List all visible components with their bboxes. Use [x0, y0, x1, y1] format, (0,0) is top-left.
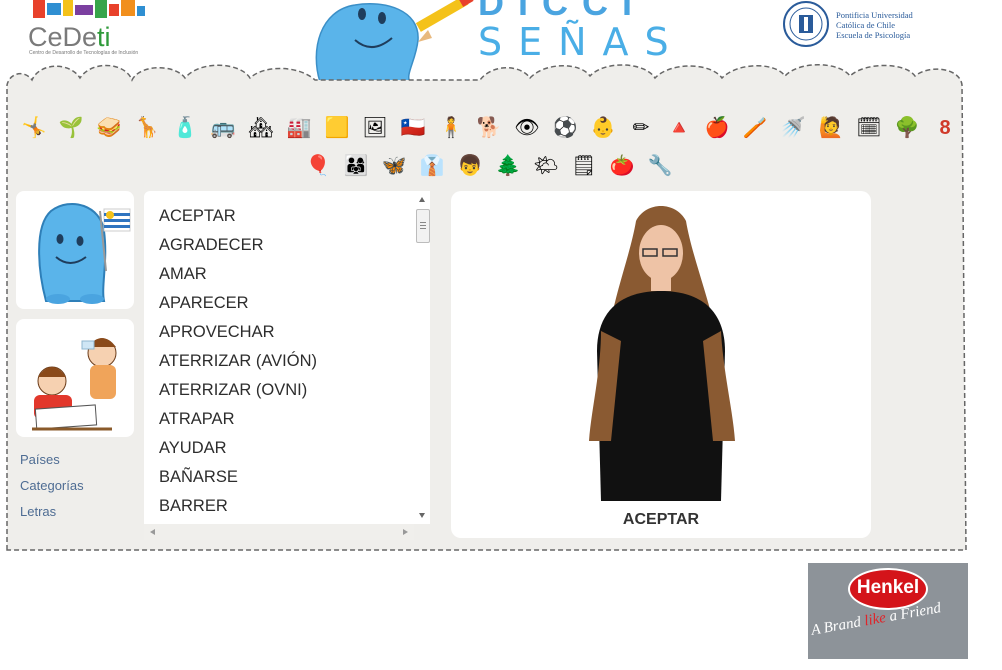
mascot-flag-card[interactable]	[16, 191, 134, 309]
category-icon-shapes[interactable]: 🔺	[665, 114, 693, 142]
word-list-item[interactable]: ATERRIZAR (OVNI)	[144, 376, 414, 405]
category-icon-school[interactable]: ✏	[627, 114, 655, 142]
nav-link-categories[interactable]: Categorías	[20, 478, 84, 494]
word-list-item[interactable]: ATERRIZAR (AVIÓN)	[144, 347, 414, 376]
word-list-horizontal-scrollbar[interactable]	[144, 524, 414, 540]
category-icon-emotions[interactable]: 👦	[456, 152, 484, 180]
puc-logo[interactable]: Pontificia Universidad Católica de Chile…	[782, 0, 957, 50]
category-icon-countries[interactable]: 🇨🇱	[399, 114, 427, 142]
category-icon-objects[interactable]: 🖼	[361, 114, 389, 142]
puc-seal-icon	[783, 1, 829, 47]
category-icon-vegetables[interactable]: 🍅	[608, 152, 636, 180]
puc-line-3: Escuela de Psicología	[836, 30, 911, 40]
children-illustration-icon	[32, 338, 117, 431]
category-icon-transport[interactable]: 🚌	[209, 114, 237, 142]
category-icon-weather[interactable]: 🌤	[532, 152, 560, 180]
category-icon-numbers[interactable]: 8	[931, 114, 959, 142]
kids-drinking-card[interactable]	[16, 319, 134, 437]
nav-link-letters[interactable]: Letras	[20, 504, 84, 520]
category-icon-house[interactable]: 🏘	[247, 114, 275, 142]
henkel-wordmark: Henkel	[856, 577, 920, 598]
cedeti-color-blocks	[33, 0, 145, 22]
word-list-item[interactable]: BARRER	[144, 492, 414, 521]
category-icon-greetings[interactable]: 🙋	[817, 114, 845, 142]
puc-text: Pontificia Universidad Católica de Chile…	[836, 10, 913, 40]
category-icon-animals[interactable]: 🦒	[133, 114, 161, 142]
cedeti-wordmark: CeDeti	[28, 22, 111, 52]
category-icon-documents[interactable]: 🗒	[570, 152, 598, 180]
word-list-item[interactable]: ATRAPAR	[144, 405, 414, 434]
word-list-item[interactable]: APARECER	[144, 289, 414, 318]
mascot-with-uruguay-flag-icon	[38, 202, 131, 304]
category-icon-hygiene[interactable]: 🧴	[171, 114, 199, 142]
scroll-up-arrow-icon[interactable]	[419, 197, 425, 202]
scroll-down-arrow-icon[interactable]	[419, 513, 425, 518]
category-icon-tools[interactable]: 🔧	[646, 152, 674, 180]
word-list-item[interactable]: ACEPTAR	[144, 202, 414, 231]
category-icon-colors[interactable]: 🟨	[323, 114, 351, 142]
word-list-item[interactable]: AGRADECER	[144, 231, 414, 260]
sign-video-panel[interactable]	[451, 191, 871, 538]
puc-line-1: Pontificia Universidad	[836, 10, 913, 20]
word-list-item[interactable]: BAÑARSE	[144, 463, 414, 492]
scroll-right-arrow-icon[interactable]	[403, 529, 408, 535]
category-icon-christmas[interactable]: 🌲	[494, 152, 522, 180]
puc-line-2: Católica de Chile	[836, 20, 896, 30]
category-icon-city[interactable]: 🏭	[285, 114, 313, 142]
word-list-item[interactable]: APROVECHAR	[144, 318, 414, 347]
category-icon-professions[interactable]: 👔	[418, 152, 446, 180]
word-list[interactable]: ACEPTAR AGRADECER AMAR APARECER APROVECH…	[144, 191, 414, 524]
category-icon-body[interactable]: 👁	[513, 114, 541, 142]
category-icon-plants[interactable]: 🌱	[57, 114, 85, 142]
category-icon-bathroom[interactable]: 🚿	[779, 114, 807, 142]
left-nav: Países Categorías Letras	[20, 452, 84, 530]
category-icon-relatives[interactable]: 👨‍👩‍👧	[342, 152, 370, 180]
video-caption: ACEPTAR	[622, 511, 700, 528]
scroll-left-arrow-icon[interactable]	[150, 529, 155, 535]
henkel-sponsor-logo[interactable]: Henkel A Brand like a Friend	[808, 563, 968, 659]
signer-video-frame	[571, 203, 747, 501]
category-icon-insects[interactable]: 🦋	[380, 152, 408, 180]
category-icon-utensils[interactable]: 🪥	[741, 114, 769, 142]
category-icon-family[interactable]: 👶	[589, 114, 617, 142]
category-icon-food[interactable]: 🥪	[95, 114, 123, 142]
category-icon-toys[interactable]: 🎈	[304, 152, 332, 180]
category-icon-sports[interactable]: ⚽	[551, 114, 579, 142]
word-list-item[interactable]: AYUDAR	[144, 434, 414, 463]
category-icon-nature[interactable]: 🌳	[893, 114, 921, 142]
word-list-vertical-scrollbar[interactable]	[414, 191, 430, 524]
category-icon-calendar[interactable]: 🗓	[855, 114, 883, 142]
category-icon-bar: 🤸 🌱 🥪 🦒 🧴 🚌 🏘 🏭 🟨 🖼 🇨🇱 🧍 🐕 👁 ⚽ 👶 ✏ 🔺 🍎 🪥…	[20, 112, 970, 182]
category-icon-fruits[interactable]: 🍎	[703, 114, 731, 142]
scroll-thumb[interactable]	[416, 209, 430, 243]
nav-link-countries[interactable]: Países	[20, 452, 84, 468]
category-icon-actions[interactable]: 🤸	[20, 114, 48, 142]
word-list-item[interactable]: AMAR	[144, 260, 414, 289]
category-icon-pets[interactable]: 🐕	[475, 114, 503, 142]
category-icon-people[interactable]: 🧍	[437, 114, 465, 142]
word-list-items: ACEPTAR AGRADECER AMAR APARECER APROVECH…	[144, 202, 414, 521]
